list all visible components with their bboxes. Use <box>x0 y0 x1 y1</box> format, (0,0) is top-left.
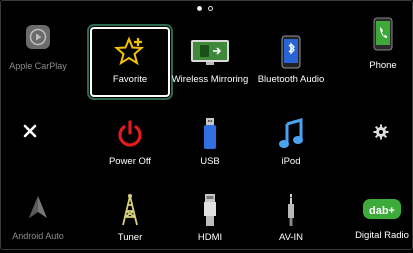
android-auto-label: Android Auto <box>12 231 64 241</box>
hdmi-button[interactable]: HDMI <box>170 187 250 253</box>
apple-carplay-button[interactable]: Apple CarPlay <box>6 24 70 71</box>
av-in-label: AV-IN <box>278 232 304 243</box>
carplay-label: Apple CarPlay <box>9 61 67 71</box>
page-dot-1[interactable] <box>197 6 202 11</box>
bluetooth-audio-icon <box>281 33 301 71</box>
av-jack-icon <box>285 191 297 229</box>
page-dot-2[interactable] <box>208 6 213 11</box>
ipod-label: iPod <box>281 156 301 167</box>
android-auto-icon <box>25 194 51 225</box>
star-plus-icon <box>114 33 146 71</box>
usb-icon <box>202 115 218 153</box>
music-note-icon <box>278 115 304 153</box>
mirroring-icon <box>188 33 232 71</box>
bluetooth-audio-button[interactable]: Bluetooth Audio <box>251 29 331 95</box>
carplay-icon <box>25 24 51 55</box>
close-button[interactable] <box>22 123 38 144</box>
wireless-mirroring-button[interactable]: Wireless Mirroring <box>170 29 250 95</box>
digital-radio-button[interactable]: dab+ Digital Radio <box>355 196 409 241</box>
ipod-button[interactable]: iPod <box>251 111 331 177</box>
tuner-button[interactable]: Tuner <box>90 187 170 253</box>
digital-radio-label: Digital Radio <box>355 230 409 241</box>
dab-badge-text: dab+ <box>369 205 395 217</box>
phone-label: Phone <box>369 60 397 71</box>
tuner-label: Tuner <box>117 232 143 243</box>
bluetooth-audio-label: Bluetooth Audio <box>257 74 325 85</box>
phone-button[interactable]: Phone <box>360 17 406 71</box>
antenna-tower-icon <box>120 191 140 229</box>
power-off-label: Power Off <box>108 156 152 167</box>
hdmi-icon <box>202 191 218 229</box>
usb-label: USB <box>200 156 220 167</box>
favorite-label: Favorite <box>112 74 148 85</box>
settings-button[interactable] <box>373 124 389 145</box>
usb-button[interactable]: USB <box>170 111 250 177</box>
av-in-button[interactable]: AV-IN <box>251 187 331 253</box>
close-icon <box>22 123 38 144</box>
hdmi-label: HDMI <box>197 232 223 243</box>
favorite-button[interactable]: Favorite <box>90 29 170 95</box>
wireless-mirroring-label: Wireless Mirroring <box>171 74 249 85</box>
power-icon <box>116 115 144 153</box>
dab-icon: dab+ <box>362 196 402 227</box>
gear-icon <box>373 124 389 145</box>
page-indicator <box>197 6 213 11</box>
android-auto-button[interactable]: Android Auto <box>6 194 70 241</box>
phone-icon <box>373 17 393 56</box>
power-off-button[interactable]: Power Off <box>90 111 170 177</box>
